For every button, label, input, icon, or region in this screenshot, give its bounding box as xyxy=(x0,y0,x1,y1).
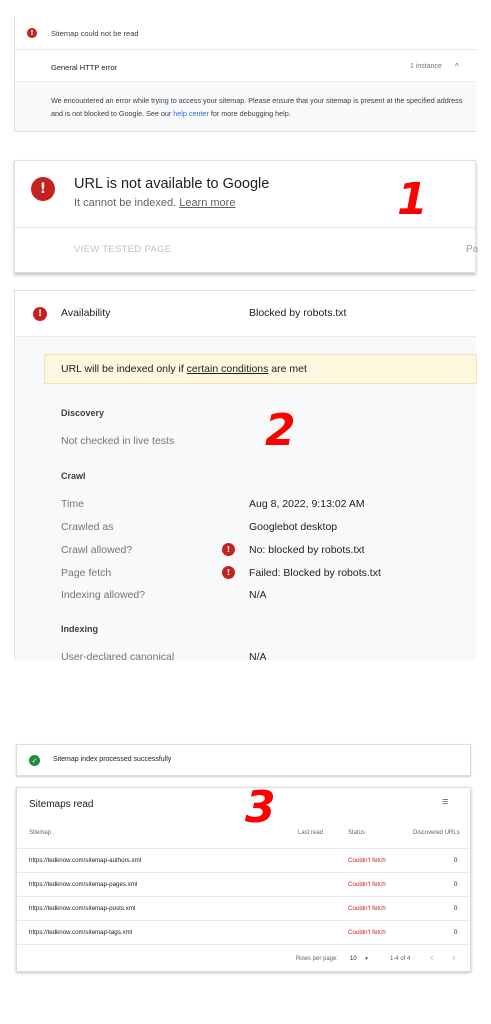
crawl-allowed-label: Crawl allowed? xyxy=(61,544,133,556)
table-row[interactable]: https://tedknow.com/sitemap-pages.xml Co… xyxy=(17,872,470,896)
table-title: Sitemaps read xyxy=(29,799,94,810)
error-icon: ! xyxy=(27,28,37,38)
crawled-as-label: Crawled as xyxy=(61,521,114,533)
rows-per-page-select[interactable]: 10 xyxy=(350,956,357,962)
url-status-card: URL is not available to Google ! URL is … xyxy=(14,160,478,273)
error-title: Sitemap could not be read xyxy=(51,29,139,38)
availability-row[interactable]: ! Availability Blocked by robots.txt xyxy=(15,291,476,337)
rows-per-page-label: Rows per page: xyxy=(296,956,339,962)
discovered-count: 0 xyxy=(454,881,458,888)
marker-1: 1 xyxy=(397,174,428,225)
error-icon: ! xyxy=(31,177,55,201)
availability-label: Availability xyxy=(61,307,111,319)
sitemap-url: https://tedknow.com/sitemap-tags.xml xyxy=(29,929,133,936)
status-cell: Couldn't fetch xyxy=(348,929,386,936)
discovered-count: 0 xyxy=(454,857,458,864)
subtitle-text: It cannot be indexed. xyxy=(74,197,177,209)
error-icon: ! xyxy=(222,566,235,579)
status-cell: Couldn't fetch xyxy=(348,881,386,888)
sitemap-error-panel: ! Sitemap could not be read General HTTP… xyxy=(14,16,476,132)
time-value: Aug 8, 2022, 9:13:02 AM xyxy=(249,498,365,510)
divider xyxy=(15,227,475,228)
availability-panel: ! Availability Blocked by robots.txt URL… xyxy=(14,290,477,663)
description-text-end: for more debugging help. xyxy=(208,109,291,118)
table-footer: Rows per page: 10 ▼ 1-4 of 4 ‹ › xyxy=(17,944,470,973)
discovered-count: 0 xyxy=(454,905,458,912)
table-row[interactable]: https://tedknow.com/sitemap-posts.xml Co… xyxy=(17,896,470,920)
certain-conditions-link[interactable]: certain conditions xyxy=(187,363,269,375)
help-center-link[interactable]: help center xyxy=(173,109,209,118)
error-header-row: ! Sitemap could not be read xyxy=(15,16,476,50)
prev-page-icon[interactable]: ‹ xyxy=(430,952,434,964)
discovery-heading: Discovery xyxy=(61,408,105,418)
dropdown-arrow-icon[interactable]: ▼ xyxy=(364,956,369,962)
page-fetch-label: Page fetch xyxy=(61,567,112,579)
sitemaps-read-table: Sitemaps read ≡ 3 Sitemap Last read Stat… xyxy=(16,782,471,973)
subtitle: It cannot be indexed. Learn more xyxy=(74,197,235,209)
cutoff-tab[interactable]: Pa xyxy=(466,244,478,255)
learn-more-link[interactable]: Learn more xyxy=(179,197,235,209)
sitemap-url: https://tedknow.com/sitemap-authors.xml xyxy=(29,857,142,864)
banner-text-end: are met xyxy=(268,363,307,375)
indexing-heading: Indexing xyxy=(61,624,99,634)
view-tested-page-button[interactable]: VIEW TESTED PAGE xyxy=(74,244,171,255)
crawl-allowed-value: No: blocked by robots.txt xyxy=(249,544,365,556)
col-discovered[interactable]: Discovered URLs xyxy=(413,830,460,836)
status-cell: Couldn't fetch xyxy=(348,905,386,912)
error-type-label: General HTTP error xyxy=(51,63,118,72)
page-range: 1-4 of 4 xyxy=(390,956,411,962)
availability-value: Blocked by robots.txt xyxy=(249,307,347,319)
banner-text: URL will be indexed only if certain cond… xyxy=(61,363,307,375)
check-circle-icon: ✓ xyxy=(29,755,40,766)
discovered-count: 0 xyxy=(454,929,458,936)
error-type-row[interactable]: General HTTP error 1 instance ^ xyxy=(15,50,476,82)
time-label: Time xyxy=(61,498,84,510)
marker-3: 3 xyxy=(245,782,276,833)
crawl-heading: Crawl xyxy=(61,471,86,481)
col-status[interactable]: Status xyxy=(348,830,365,836)
sitemap-success-bar: ✓ Sitemap index processed successfully xyxy=(16,744,471,776)
page-title: URL is not available to Google xyxy=(74,176,270,192)
table-row[interactable]: https://tedknow.com/sitemap-authors.xml … xyxy=(17,848,470,872)
error-icon: ! xyxy=(222,543,235,556)
chevron-up-icon[interactable]: ^ xyxy=(455,62,459,71)
page-fetch-value: Failed: Blocked by robots.txt xyxy=(249,567,381,579)
next-page-icon[interactable]: › xyxy=(452,952,456,964)
status-cell: Couldn't fetch xyxy=(348,857,386,864)
col-last-read[interactable]: Last read xyxy=(298,830,323,836)
canonical-label: User-declared canonical xyxy=(61,651,175,663)
indexing-allowed-value: N/A xyxy=(249,589,267,601)
marker-2: 2 xyxy=(265,405,296,456)
table-row[interactable]: https://tedknow.com/sitemap-tags.xml Cou… xyxy=(17,920,470,944)
discovery-text: Not checked in live tests xyxy=(61,435,175,447)
indexing-allowed-label: Indexing allowed? xyxy=(61,589,146,601)
error-description: We encountered an error while trying to … xyxy=(15,82,476,132)
success-text: Sitemap index processed successfully xyxy=(53,756,172,763)
conditions-banner: URL will be indexed only if certain cond… xyxy=(44,354,477,384)
error-icon: ! xyxy=(33,307,47,321)
canonical-value: N/A xyxy=(249,651,267,663)
sitemap-url: https://tedknow.com/sitemap-posts.xml xyxy=(29,905,136,912)
banner-text-start: URL will be indexed only if xyxy=(61,363,187,375)
sitemap-url: https://tedknow.com/sitemap-pages.xml xyxy=(29,881,138,888)
instance-count: 1 instance xyxy=(410,63,442,70)
col-sitemap[interactable]: Sitemap xyxy=(29,830,51,836)
filter-icon[interactable]: ≡ xyxy=(442,796,448,808)
crawled-as-value: Googlebot desktop xyxy=(249,521,338,533)
